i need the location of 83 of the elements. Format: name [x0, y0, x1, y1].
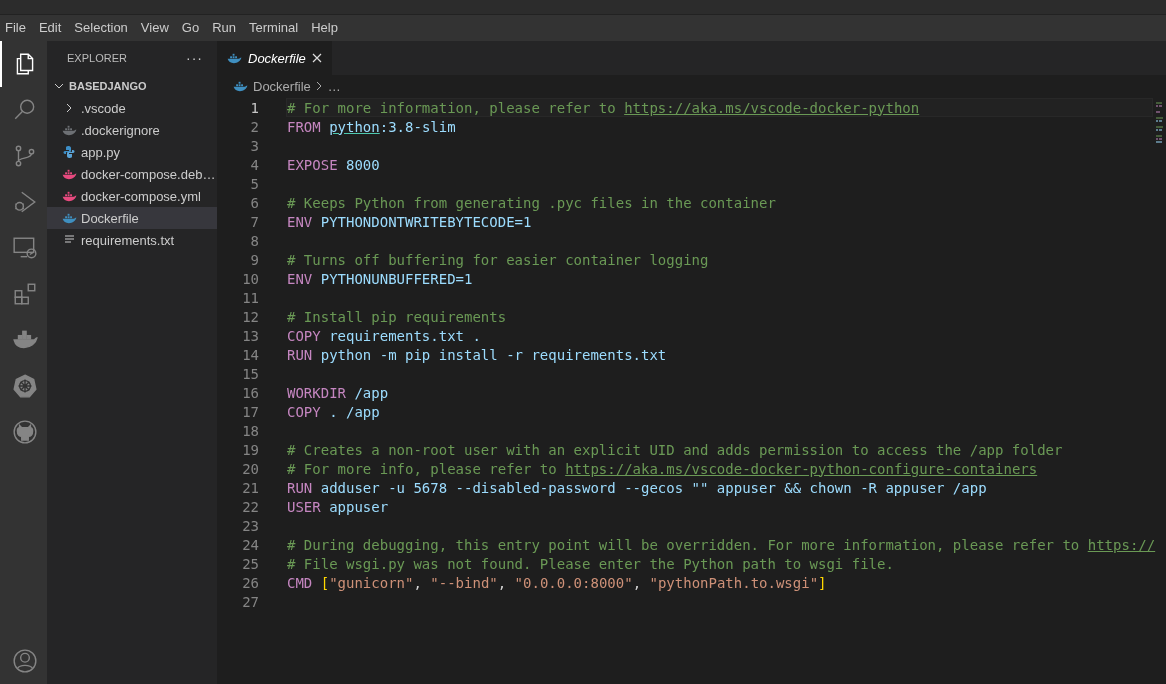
code-line: RUN python -m pip install -r requirements.txt [287, 346, 667, 363]
chevron-icon [315, 81, 323, 91]
minimap [1155, 102, 1163, 146]
tree-entry[interactable]: Dockerfile [47, 207, 217, 229]
code-link[interactable]: https://aka.ms/vscode-docker-python [624, 99, 920, 116]
tree-entry[interactable]: docker-compose.deb… [47, 163, 217, 185]
menu-item[interactable]: Terminal [249, 18, 299, 38]
line-number: 23 [241, 517, 259, 534]
line-number: 4 [249, 156, 259, 173]
tree-entry[interactable]: docker-compose.yml [47, 185, 217, 207]
whale-icon [61, 168, 77, 180]
panel-title: EXPLORER [67, 52, 127, 64]
editor-tab[interactable]: Dockerfile [217, 41, 332, 75]
line-number: 25 [241, 555, 259, 572]
chevron-icon [54, 81, 64, 91]
breadcrumb-item[interactable]: Dockerfile [253, 78, 311, 94]
code-line: # During debugging, this entry point will be overridden. For more information, please refer to https:// [287, 536, 1156, 553]
line-number: 3 [249, 137, 259, 154]
line-number: 26 [241, 574, 259, 591]
code-line: EXPOSE 8000 [287, 156, 380, 173]
python-icon [63, 146, 75, 158]
code-line: COPY requirements.txt . [287, 327, 481, 344]
menu-item[interactable]: Selection [74, 18, 128, 38]
code-link[interactable]: https:// [1087, 536, 1156, 553]
line-number: 6 [249, 194, 259, 211]
tree-entry[interactable]: .vscode [47, 97, 217, 119]
whale-icon [61, 124, 77, 136]
line-number: 10 [241, 270, 259, 287]
line-number: 7 [249, 213, 259, 230]
line-number: 19 [241, 441, 259, 458]
menu-item[interactable]: Edit [38, 18, 62, 38]
code-line: # Install pip requirements [287, 308, 507, 325]
line-number: 12 [241, 308, 259, 325]
code-link[interactable]: https://aka.ms/vscode-docker-python-configure-containers [565, 460, 1038, 477]
line-number: 9 [249, 251, 259, 268]
code-line: WORKDIR /app [287, 384, 389, 401]
code-line: COPY . /app [287, 403, 380, 420]
line-number: 5 [249, 175, 259, 192]
code-line: ENV PYTHONDONTWRITEBYTECODE=1 [287, 213, 532, 230]
line-number: 18 [241, 422, 259, 439]
menu-item[interactable]: Go [181, 18, 200, 38]
whale-icon [233, 80, 248, 92]
menu-item[interactable]: View [140, 18, 169, 38]
menu-item[interactable]: Help [311, 18, 338, 38]
code-line: # File wsgi.py was not found. Please enter the Python path to wsgi file. [287, 555, 894, 572]
line-number: 24 [241, 536, 259, 553]
code-line: # For more info, please refer to https://aka.ms/vscode-docker-python-configure-containers [287, 460, 1038, 477]
breadcrumb-item[interactable]: … [327, 78, 341, 94]
line-number: 13 [241, 327, 259, 344]
whale-icon [61, 190, 77, 202]
folder-header[interactable]: BASEDJANGO [47, 75, 217, 97]
code-line: # Turns off buffering for easier container logging [287, 251, 709, 268]
line-number: 15 [241, 365, 259, 382]
line-number: 20 [241, 460, 259, 477]
more-actions-button[interactable]: ··· [186, 50, 203, 66]
line-number: 1 [249, 99, 259, 116]
line-number: 14 [241, 346, 259, 363]
line-number: 21 [241, 479, 259, 496]
code-line: # Creates a non-root user with an explicit UID and adds permission to access the /app folder [287, 441, 1063, 458]
whale-icon [61, 212, 77, 224]
tree-entry[interactable]: .dockerignore [47, 119, 217, 141]
line-number: 16 [241, 384, 259, 401]
line-number: 8 [249, 232, 259, 249]
line-number: 2 [249, 118, 259, 135]
menu-item[interactable]: File [5, 18, 26, 38]
close-icon[interactable] [311, 53, 322, 63]
code-line: FROM python:3.8-slim [287, 118, 456, 135]
line-number: 17 [241, 403, 259, 420]
code-line: ENV PYTHONUNBUFFERED=1 [287, 270, 473, 287]
lines-icon [63, 235, 75, 245]
code-line: RUN adduser -u 5678 --disabled-password --gecos "" appuser && chown -R appuser /app [287, 479, 987, 496]
tree-entry[interactable]: app.py [47, 141, 217, 163]
line-number: 22 [241, 498, 259, 515]
code-line: USER appuser [287, 498, 389, 515]
folder-name: BASEDJANGO [69, 80, 147, 92]
code-line: # Keeps Python from generating .pyc files in the container [287, 194, 776, 211]
line-number: 11 [241, 289, 259, 306]
tree-entry[interactable]: requirements.txt [47, 229, 217, 251]
menu-item[interactable]: Run [212, 18, 236, 38]
code-line: # For more information, please refer to https://aka.ms/vscode-docker-python [287, 99, 920, 116]
whale-icon [227, 52, 242, 64]
line-number: 27 [241, 593, 259, 610]
code-line: CMD ["gunicorn", "--bind", "0.0.0.0:8000", "pythonPath.to.wsgi"] [287, 574, 827, 591]
